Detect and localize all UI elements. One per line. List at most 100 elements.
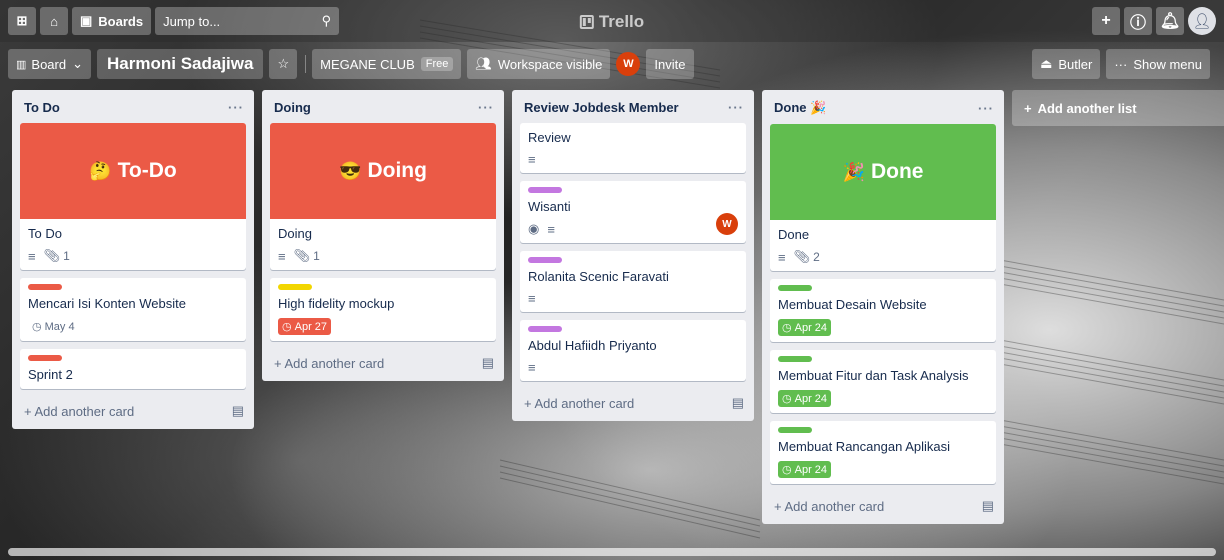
plus-icon: + [1024, 100, 1032, 116]
due-date-badge-overdue: ◷ Apr 27 [278, 318, 332, 335]
due-date: Apr 24 [794, 321, 828, 334]
clock-icon: ◷ [282, 321, 292, 333]
plus-icon: + [524, 395, 535, 411]
description-icon: ≡ [528, 360, 536, 375]
description-icon: ≡ [528, 152, 536, 167]
clock-icon: ◷ [32, 321, 42, 333]
list-menu-icon[interactable]: ··· [978, 101, 994, 116]
card[interactable]: Mencari Isi Konten Website ◷ May 4 [20, 278, 246, 341]
card[interactable]: Rolanita Scenic Faravati ≡ [520, 251, 746, 312]
card[interactable]: Sprint 2 [20, 349, 246, 389]
card[interactable]: Membuat Fitur dan Task Analysis ◷ Apr 24 [770, 350, 996, 413]
due-date-badge-complete: ◷ Apr 24 [778, 319, 832, 336]
card-template-icon[interactable]: ▤ [982, 498, 994, 514]
plus-icon: + [774, 498, 785, 514]
card-cover: 😎 Doing [270, 123, 496, 219]
add-card-label: Add another card [34, 403, 135, 419]
card-title: Membuat Rancangan Aplikasi [778, 439, 950, 454]
due-date: Apr 24 [794, 463, 828, 476]
list-menu-icon[interactable]: ··· [728, 100, 744, 115]
list-title[interactable]: To Do [24, 100, 60, 115]
scrollbar-thumb[interactable] [8, 548, 1216, 556]
board-view-switcher[interactable]: ▥ Board ⌄ [8, 49, 92, 79]
card-title: Wisanti [528, 199, 571, 214]
card-cover-todo[interactable]: 🤔 To-Do To Do ≡ 📎︎ 1 [20, 123, 246, 270]
attachment-icon: 📎︎ [793, 249, 811, 264]
list-to-do: To Do ··· 🤔 To-Do To Do ≡ 📎︎ 1 Mencari I… [12, 90, 254, 429]
attachment-count: 2 [813, 250, 820, 264]
list-title[interactable]: Doing [274, 100, 311, 115]
card[interactable]: Membuat Rancangan Aplikasi ◷ Apr 24 [770, 421, 996, 484]
trello-logo[interactable]: Trello [579, 12, 644, 32]
due-date: May 4 [44, 320, 75, 333]
attachment-icon: 📎︎ [43, 248, 61, 263]
search-icon[interactable]: ⚲ [322, 13, 332, 29]
add-card-button[interactable]: + Add another card ▤ [762, 492, 1004, 518]
card-template-icon[interactable]: ▤ [732, 395, 744, 411]
card[interactable]: Wisanti ◉ ≡ W [520, 181, 746, 243]
member-avatar[interactable]: W [616, 52, 641, 76]
clock-icon: ◷ [782, 322, 792, 334]
search-input[interactable] [163, 13, 304, 29]
visibility-button[interactable]: 👥︎ Workspace visible [467, 49, 611, 79]
card-title: Review [528, 130, 571, 145]
add-card-label: Add another card [534, 395, 635, 411]
workspace-button[interactable]: MEGANE CLUB Free [312, 49, 462, 79]
chevron-down-icon: ⌄ [72, 56, 84, 71]
list-menu-icon[interactable]: ··· [478, 100, 494, 115]
due-date-badge: ◷ May 4 [28, 318, 79, 335]
list-title[interactable]: Done 🎉 [774, 100, 826, 116]
show-menu-label: Show menu [1133, 56, 1202, 72]
board-title[interactable]: Harmoni Sadajiwa [97, 49, 264, 79]
notifications-bell-icon[interactable]: 🔔︎ [1156, 7, 1184, 35]
add-card-button[interactable]: + Add another card ▤ [262, 349, 504, 375]
card-cover-doing[interactable]: 😎 Doing Doing ≡ 📎︎ 1 [270, 123, 496, 270]
card-title: Membuat Fitur dan Task Analysis [778, 368, 969, 383]
boards-icon: ▣ [80, 13, 93, 28]
trello-logo-icon [579, 15, 594, 29]
watching-eye-icon: ◉ [528, 221, 540, 236]
info-icon[interactable]: ⓘ [1124, 7, 1152, 35]
card-label-green [778, 427, 812, 433]
card-title: Sprint 2 [28, 367, 73, 382]
card-member-avatar[interactable]: W [716, 213, 738, 235]
attachment-count: 1 [63, 249, 70, 263]
jump-to-search[interactable]: ⚲ [155, 7, 340, 35]
plus-icon: + [274, 355, 285, 371]
due-date-badge-complete: ◷ Apr 24 [778, 390, 832, 407]
show-menu-button[interactable]: ··· Show menu [1106, 49, 1210, 79]
card[interactable]: High fidelity mockup ◷ Apr 27 [270, 278, 496, 341]
attachment-count: 1 [313, 249, 320, 263]
card-template-icon[interactable]: ▤ [482, 355, 494, 371]
due-date: Apr 24 [794, 392, 828, 405]
card-label-red [28, 355, 62, 361]
apps-grid-icon[interactable]: ⊞ [8, 7, 36, 35]
invite-button[interactable]: Invite [646, 49, 694, 79]
card-label-green [778, 356, 812, 362]
description-icon: ≡ [778, 249, 786, 265]
card[interactable]: Abdul Hafiidh Priyanto ≡ [520, 320, 746, 381]
star-board-button[interactable]: ☆ [269, 49, 298, 79]
card-title: Abdul Hafiidh Priyanto [528, 338, 657, 353]
add-card-button[interactable]: + Add another card ▤ [12, 397, 254, 423]
add-list-button[interactable]: + Add another list [1012, 90, 1224, 126]
list-menu-icon[interactable]: ··· [228, 100, 244, 115]
home-icon[interactable]: ⌂ [40, 7, 68, 35]
butler-button[interactable]: ⏏ Butler [1032, 49, 1101, 79]
add-card-label: Add another card [784, 498, 885, 514]
visibility-icon: 👥︎ [475, 56, 492, 71]
card[interactable]: Review ≡ [520, 123, 746, 173]
card-label-purple [528, 187, 562, 193]
account-avatar[interactable]: 👤︎ [1188, 7, 1216, 35]
card-cover-done[interactable]: 🎉 Done Done ≡ 📎︎ 2 [770, 124, 996, 271]
add-card-button[interactable]: + Add another card ▤ [512, 389, 754, 415]
horizontal-scrollbar[interactable] [8, 548, 1216, 556]
list-title[interactable]: Review Jobdesk Member [524, 100, 679, 115]
create-plus-icon[interactable]: + [1092, 7, 1120, 35]
divider [305, 55, 307, 73]
description-icon: ≡ [278, 248, 286, 264]
boards-button[interactable]: ▣ Boards [72, 7, 152, 35]
cover-emoji: 🎉 [842, 161, 865, 182]
card-template-icon[interactable]: ▤ [232, 403, 244, 419]
card[interactable]: Membuat Desain Website ◷ Apr 24 [770, 279, 996, 342]
